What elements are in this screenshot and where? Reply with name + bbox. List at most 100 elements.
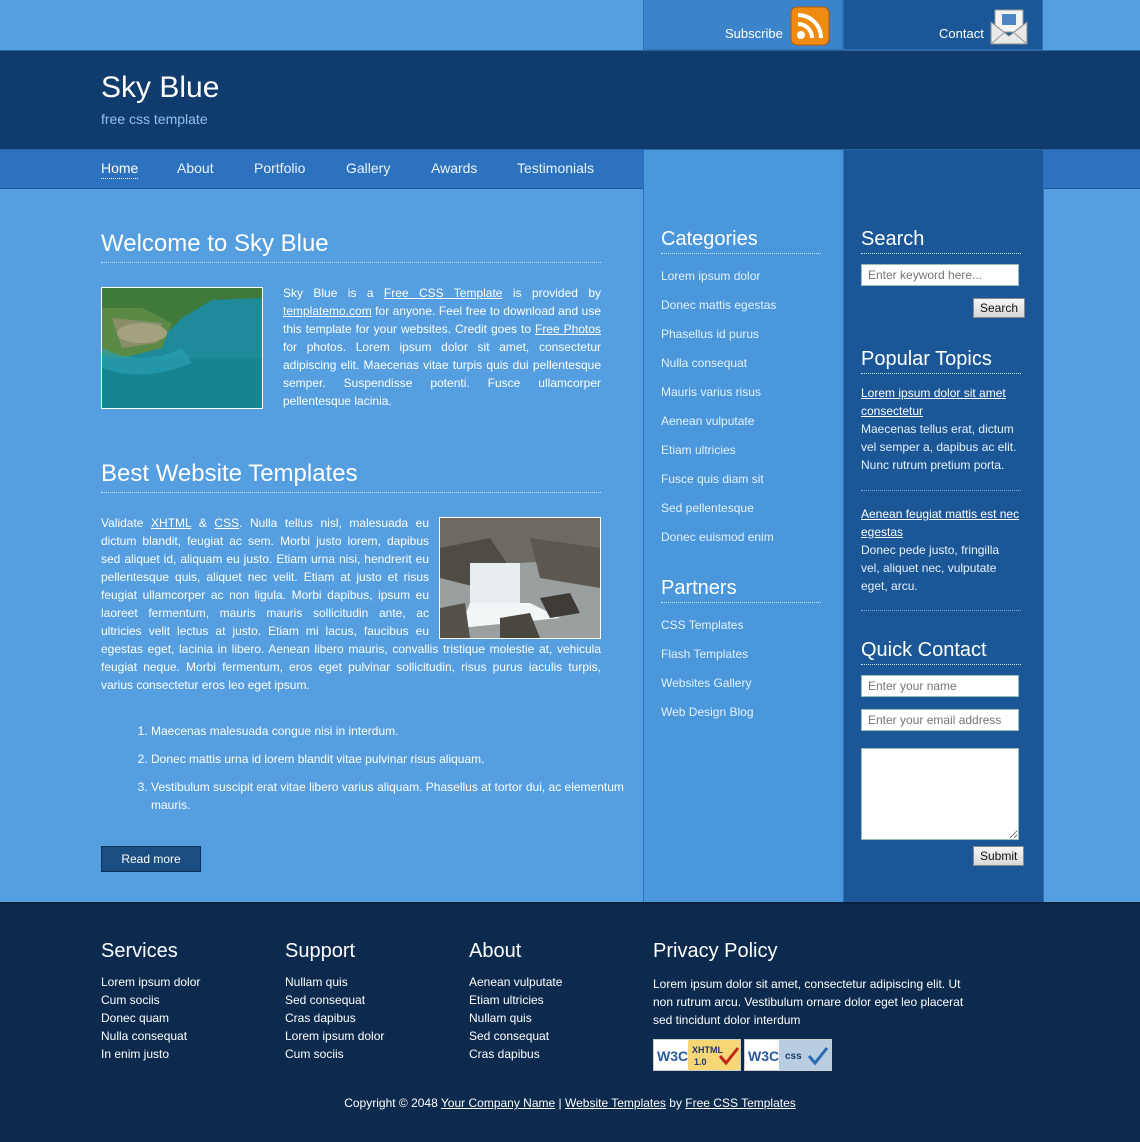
read-more-button[interactable]: Read more (101, 846, 201, 872)
message-textarea[interactable] (861, 748, 1019, 840)
nav-gallery[interactable]: Gallery (346, 160, 390, 176)
footer-link[interactable]: Cras dapibus (469, 1047, 562, 1065)
welcome-text-part: Sky Blue is a (283, 286, 384, 300)
search-heading: Search (861, 228, 1021, 254)
image-spacer (429, 514, 601, 640)
subscribe-box[interactable]: Subscribe (643, 0, 843, 50)
island-image (101, 287, 263, 409)
company-link[interactable]: Your Company Name (441, 1096, 555, 1110)
privacy-heading: Privacy Policy (653, 940, 778, 962)
contact-label[interactable]: Contact (939, 26, 984, 41)
partner-item[interactable]: CSS Templates (661, 618, 754, 647)
privacy-text: Lorem ipsum dolor sit amet, consectetur … (653, 977, 964, 1027)
copyright-text: Copyright © 2048 (344, 1096, 441, 1110)
svg-text:css: css (785, 1051, 802, 1062)
footer-link[interactable]: Nulla consequat (101, 1029, 200, 1047)
topic-body: Donec pede justo, fringilla vel, aliquet… (861, 543, 1000, 593)
copyright: Copyright © 2048 Your Company Name | Web… (0, 1096, 1140, 1110)
welcome-text-part: for photos. Lorem ipsum dolor sit amet, … (283, 340, 601, 408)
footer-link[interactable]: In enim justo (101, 1047, 200, 1065)
email-field[interactable] (861, 709, 1019, 731)
free-css-template-link[interactable]: Free CSS Template (384, 286, 503, 300)
partner-item[interactable]: Websites Gallery (661, 676, 754, 705)
footer-link[interactable]: Lorem ipsum dolor (101, 975, 200, 993)
xhtml-link[interactable]: XHTML (151, 516, 191, 530)
welcome-text-part: is provided by (502, 286, 601, 300)
divider (861, 610, 1021, 611)
divider (861, 490, 1021, 491)
nav-home[interactable]: Home (101, 160, 139, 179)
support-heading: Support (285, 940, 356, 962)
rss-icon[interactable] (790, 6, 830, 46)
templatemo-link[interactable]: templatemo.com (283, 304, 372, 318)
footer-link[interactable]: Etiam ultricies (469, 993, 562, 1011)
partners-heading: Partners (661, 577, 821, 603)
svg-text:XHTML: XHTML (692, 1045, 723, 1055)
submit-button[interactable]: Submit (973, 846, 1025, 866)
footer-link[interactable]: Cum sociis (285, 1047, 384, 1065)
search-input[interactable] (861, 264, 1019, 286)
category-item[interactable]: Nulla consequat (661, 356, 776, 385)
copyright-text: | (555, 1096, 565, 1110)
contact-box[interactable]: Contact (843, 0, 1043, 50)
topic-link[interactable]: Lorem ipsum dolor sit amet consectetur (861, 384, 1021, 420)
services-heading: Services (101, 940, 178, 962)
footer-link[interactable]: Nullam quis (469, 1011, 562, 1029)
site-header: Sky Blue free css template (0, 50, 1140, 150)
quick-contact-heading: Quick Contact (861, 639, 1021, 665)
category-item[interactable]: Mauris varius risus (661, 385, 776, 414)
footer-link[interactable]: Nullam quis (285, 975, 384, 993)
footer-link[interactable]: Sed consequat (469, 1029, 562, 1047)
footer-link[interactable]: Donec quam (101, 1011, 200, 1029)
top-bar: Subscribe Contact (0, 0, 1140, 50)
category-item[interactable]: Phasellus id purus (661, 327, 776, 356)
mail-icon[interactable] (989, 8, 1029, 46)
footer-link[interactable]: Cras dapibus (285, 1011, 384, 1029)
best-text-part: & (191, 516, 215, 530)
footer-link[interactable]: Aenean vulputate (469, 975, 562, 993)
category-item[interactable]: Etiam ultricies (661, 443, 776, 472)
svg-text:W3C: W3C (657, 1048, 688, 1064)
category-item[interactable]: Sed pellentesque (661, 501, 776, 530)
category-item[interactable]: Donec mattis egestas (661, 298, 776, 327)
w3c-css-badge[interactable]: W3C css (744, 1039, 832, 1071)
about-list: Aenean vulputate Etiam ultricies Nullam … (469, 975, 562, 1065)
nav-portfolio[interactable]: Portfolio (254, 160, 305, 176)
nav-about[interactable]: About (177, 160, 214, 176)
about-heading: About (469, 940, 522, 962)
topic-body: Maecenas tellus erat, dictum vel semper … (861, 422, 1017, 472)
popular-topics-heading: Popular Topics (861, 348, 1021, 374)
free-css-templates-link[interactable]: Free CSS Templates (685, 1096, 796, 1110)
free-photos-link[interactable]: Free Photos (535, 322, 601, 336)
partner-item[interactable]: Flash Templates (661, 647, 754, 676)
site-subtitle: free css template (101, 111, 208, 127)
ordered-list: Maecenas malesuada congue nisi in interd… (101, 722, 631, 824)
w3c-xhtml-badge[interactable]: W3C XHTML 1.0 (653, 1039, 741, 1071)
categories-heading: Categories (661, 228, 821, 254)
nav-testimonials[interactable]: Testimonials (517, 160, 594, 176)
nav-awards[interactable]: Awards (431, 160, 477, 176)
footer-link[interactable]: Sed consequat (285, 993, 384, 1011)
categories-list: Lorem ipsum dolor Donec mattis egestas P… (661, 269, 776, 559)
footer-link[interactable]: Cum sociis (101, 993, 200, 1011)
services-list: Lorem ipsum dolor Cum sociis Donec quam … (101, 975, 200, 1065)
partners-list: CSS Templates Flash Templates Websites G… (661, 618, 754, 734)
topic-link[interactable]: Aenean feugiat mattis est nec egestas (861, 505, 1021, 541)
category-item[interactable]: Fusce quis diam sit (661, 472, 776, 501)
name-field[interactable] (861, 675, 1019, 697)
search-button[interactable]: Search (973, 298, 1026, 318)
list-item: Maecenas malesuada congue nisi in interd… (151, 722, 631, 740)
site-title[interactable]: Sky Blue (101, 71, 219, 105)
css-link[interactable]: CSS (214, 516, 239, 530)
category-item[interactable]: Lorem ipsum dolor (661, 269, 776, 298)
welcome-text: Sky Blue is a Free CSS Template is provi… (283, 284, 601, 410)
category-item[interactable]: Aenean vulputate (661, 414, 776, 443)
subscribe-label[interactable]: Subscribe (725, 26, 783, 41)
best-templates-heading: Best Website Templates (101, 460, 601, 493)
partner-item[interactable]: Web Design Blog (661, 705, 754, 734)
footer-link[interactable]: Lorem ipsum dolor (285, 1029, 384, 1047)
category-item[interactable]: Donec euismod enim (661, 530, 776, 559)
list-item: Vestibulum suscipit erat vitae libero va… (151, 778, 631, 814)
website-templates-link[interactable]: Website Templates (565, 1096, 666, 1110)
copyright-text: by (665, 1096, 686, 1110)
